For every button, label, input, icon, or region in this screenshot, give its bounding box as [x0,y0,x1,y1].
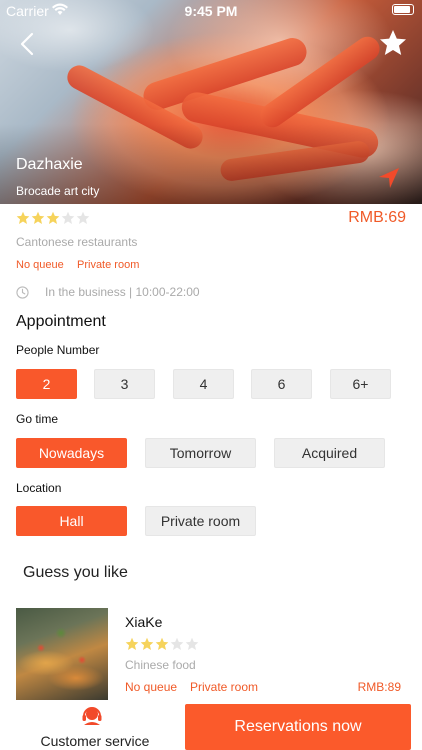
star-icon [185,637,199,650]
location-hall[interactable]: Hall [16,506,127,536]
people-option-4[interactable]: 4 [173,369,234,399]
recommendation-tag-private-room: Private room [190,680,259,694]
favorite-star-icon[interactable] [378,28,408,58]
back-icon[interactable] [14,30,42,58]
customer-service-button[interactable]: Customer service [30,704,160,750]
reservations-now-button[interactable]: Reservations now [185,704,411,750]
guess-you-like-title: Guess you like [23,564,128,581]
go-time-acquired[interactable]: Acquired [274,438,385,468]
star-icon [61,211,75,224]
appointment-title: Appointment [16,313,106,330]
star-icon [76,211,90,224]
star-icon [170,637,184,650]
clock-icon [16,285,29,299]
tag-no-queue: No queue [16,259,64,271]
go-time-label: Go time [16,412,59,426]
star-icon [31,211,45,224]
headset-icon [82,707,102,725]
go-time-tomorrow[interactable]: Tomorrow [145,438,256,468]
cuisine-label: Cantonese restaurants [16,235,138,249]
people-option-6-plus[interactable]: 6+ [330,369,391,399]
star-icon [140,637,154,650]
star-icon [46,211,60,224]
recommendation-cuisine: Chinese food [125,658,196,672]
restaurant-name: Dazhaxie [16,156,83,173]
location-label: Location [16,481,62,495]
recommendation-rating-stars [125,637,199,651]
people-option-2[interactable]: 2 [16,369,77,399]
location-private-room[interactable]: Private room [145,506,256,536]
battery-icon [392,4,414,15]
business-hours: In the business | 10:00-22:00 [16,285,200,299]
recommendation-price: RMB:89 [357,680,401,694]
people-option-6[interactable]: 6 [251,369,312,399]
star-icon [16,211,30,224]
recommendation-image[interactable] [16,608,108,700]
star-icon [125,637,139,650]
star-icon [155,637,169,650]
status-bar: Carrier 9:45 PM [0,0,422,22]
status-time: 9:45 PM [184,3,238,19]
restaurant-address: Brocade art city [16,184,100,198]
people-number-label: People Number [16,343,100,357]
price-label: RMB:69 [348,209,406,226]
customer-service-label: Customer service [40,733,150,749]
go-time-nowadays[interactable]: Nowadays [16,438,127,468]
rating-stars [16,211,90,225]
people-option-3[interactable]: 3 [94,369,155,399]
hours-text: In the business | 10:00-22:00 [45,285,200,299]
recommendation-tag-no-queue: No queue [125,680,178,694]
navigation-arrow-icon[interactable] [378,167,400,189]
recommendation-name[interactable]: XiaKe [125,614,162,630]
tag-private-room: Private room [77,259,140,271]
